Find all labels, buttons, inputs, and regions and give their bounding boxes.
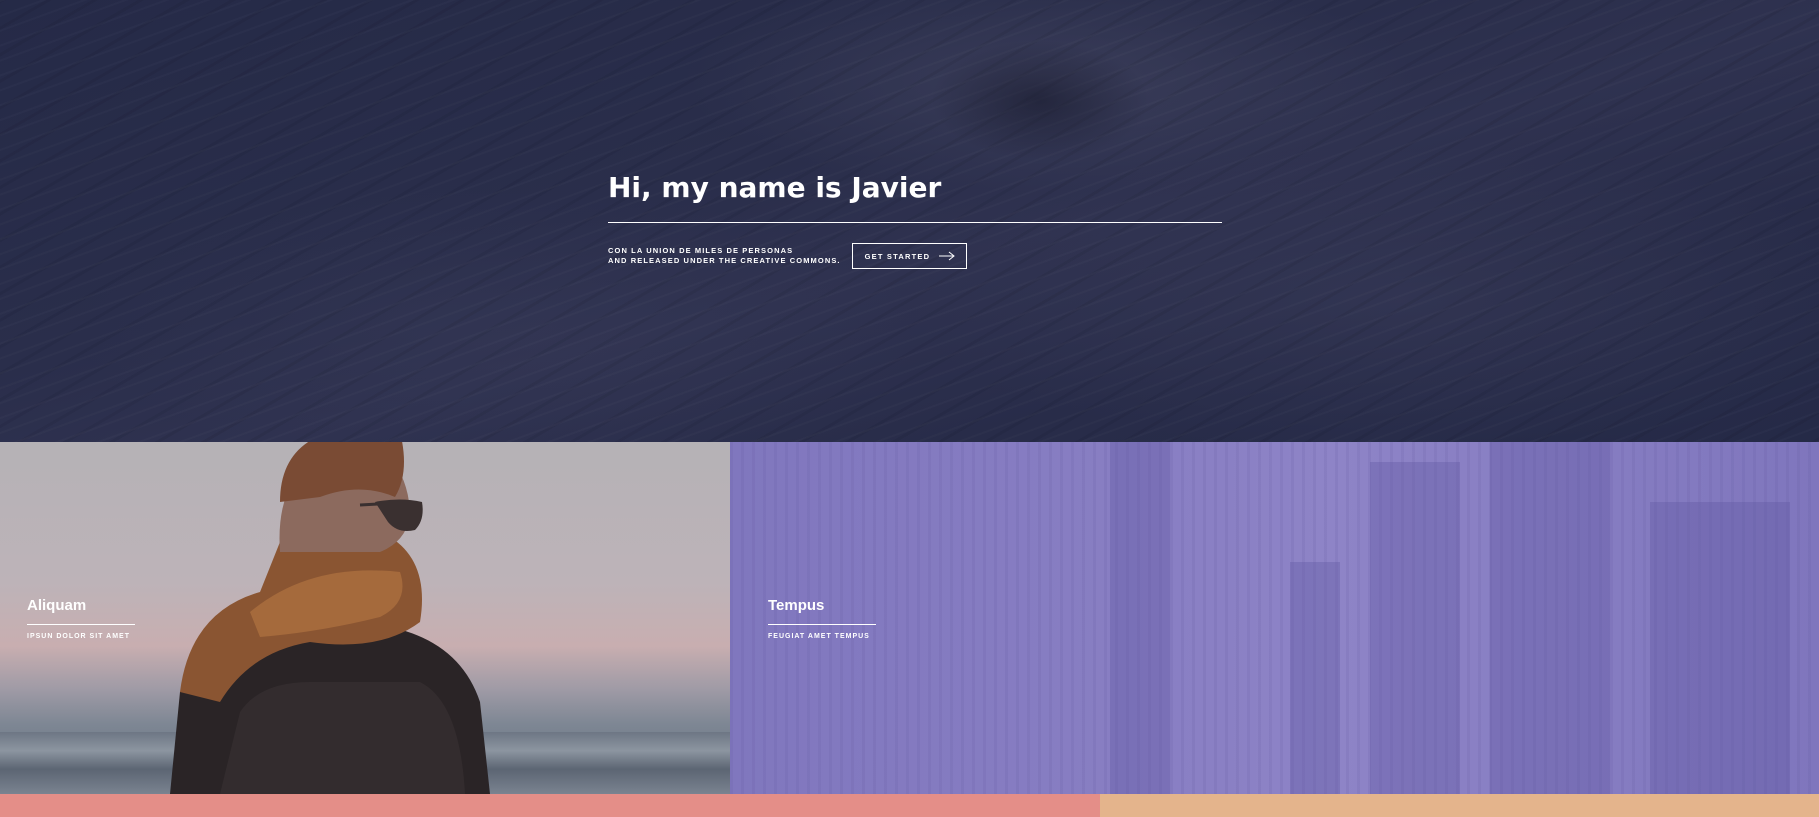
- tile-aliquam-subtitle: IPSUN DOLOR SIT AMET: [27, 633, 130, 640]
- person-with-scarf-image: [170, 442, 490, 794]
- building-shape: [1650, 502, 1790, 794]
- get-started-label: GET STARTED: [864, 251, 931, 261]
- arrow-right-icon: [938, 251, 956, 261]
- hero-subtitle-line-2: AND RELEASED UNDER THE CREATIVE COMMONS.: [608, 256, 841, 265]
- tile-tempus-caption: Tempus FEUGIAT AMET TEMPUS: [768, 597, 876, 640]
- hero-subtitle-line-1: CON LA UNION DE MILES DE PERSONAS: [608, 246, 794, 255]
- building-shape: [1110, 442, 1170, 794]
- tile-aliquam-title: Aliquam: [27, 597, 87, 614]
- next-tile-peach[interactable]: [1100, 794, 1819, 817]
- building-shape: [1290, 562, 1340, 794]
- tile-tempus-divider: [768, 624, 876, 625]
- tile-tempus-subtitle: FEUGIAT AMET TEMPUS: [768, 633, 870, 640]
- hero-title: Hi, my name is Javier: [608, 171, 942, 204]
- next-tile-coral[interactable]: [0, 794, 1100, 817]
- hero-row: CON LA UNION DE MILES DE PERSONAS AND RE…: [608, 243, 1222, 269]
- hero-content: Hi, my name is Javier CON LA UNION DE MI…: [608, 166, 1222, 269]
- tile-aliquam[interactable]: Aliquam IPSUN DOLOR SIT AMET: [0, 442, 730, 794]
- get-started-button[interactable]: GET STARTED: [851, 243, 968, 269]
- tile-aliquam-divider: [27, 624, 135, 625]
- tile-tempus-title: Tempus: [768, 597, 825, 614]
- building-shape: [1370, 462, 1460, 794]
- hero-banner: Hi, my name is Javier CON LA UNION DE MI…: [0, 0, 1819, 442]
- tile-aliquam-caption: Aliquam IPSUN DOLOR SIT AMET: [27, 597, 135, 640]
- hero-divider: [608, 222, 1222, 223]
- building-shape: [1490, 442, 1610, 794]
- tile-tempus[interactable]: Tempus FEUGIAT AMET TEMPUS: [730, 442, 1819, 794]
- hero-subtitle: CON LA UNION DE MILES DE PERSONAS AND RE…: [608, 246, 841, 266]
